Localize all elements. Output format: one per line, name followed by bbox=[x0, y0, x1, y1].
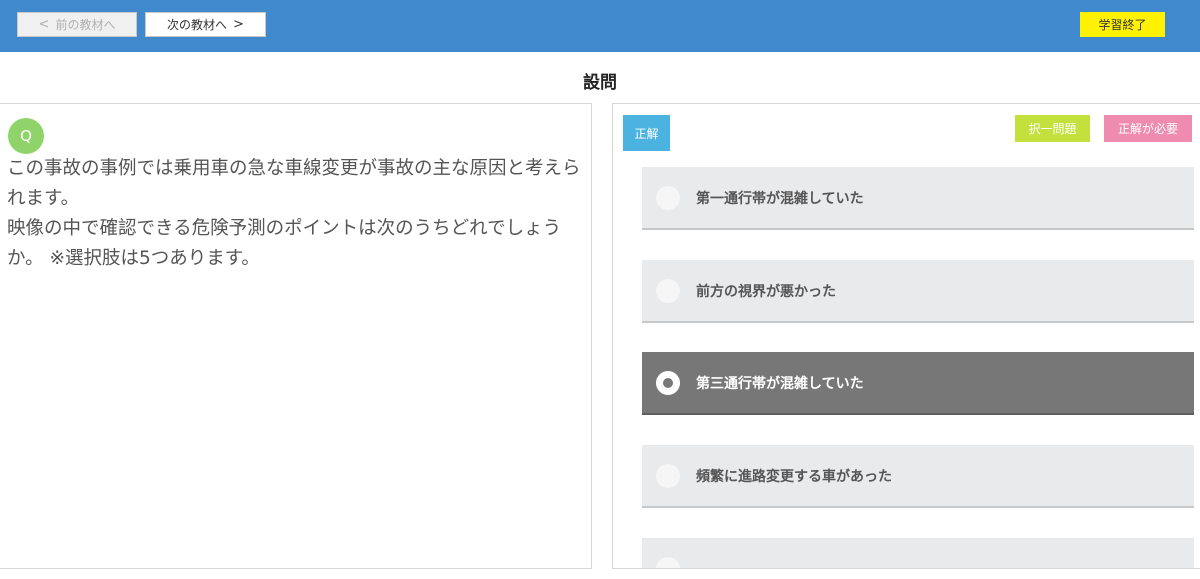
choice-label: 第一通行帯が混雑していた bbox=[696, 190, 864, 207]
prev-material-button[interactable]: < 前の教材へ bbox=[17, 12, 137, 37]
radio-button[interactable] bbox=[656, 463, 680, 488]
choice-label: 頻繁に進路変更する車があった bbox=[696, 468, 892, 485]
choice-option-4[interactable]: 頻繁に進路変更する車があった bbox=[642, 445, 1194, 508]
correct-tag: 正解 bbox=[623, 115, 670, 151]
single-choice-tag: 択一問題 bbox=[1015, 115, 1090, 142]
choice-option-2[interactable]: 前方の視界が悪かった bbox=[642, 260, 1194, 323]
answer-panel: 正解 択一問題 正解が必要 第一通行帯が混雑していた 前方の視界が悪かった 第三… bbox=[612, 103, 1200, 569]
radio-button[interactable] bbox=[656, 556, 680, 568]
radio-button-selected[interactable] bbox=[656, 370, 680, 395]
question-panel: Q この事故の事例では乗用車の急な車線変更が事故の主な原因と考えられます。 映像… bbox=[0, 103, 592, 569]
choice-label: 前方の視界が悪かった bbox=[696, 283, 836, 300]
finish-study-button[interactable]: 学習終了 bbox=[1080, 12, 1165, 37]
choice-label: 第三通行帯が混雑していた bbox=[696, 375, 864, 392]
next-material-label: 次の教材へ bbox=[167, 18, 228, 32]
header-bar: < 前の教材へ 次の教材へ > 学習終了 bbox=[0, 0, 1200, 52]
radio-button[interactable] bbox=[656, 185, 680, 210]
question-text: この事故の事例では乗用車の急な車線変更が事故の主な原因と考えられます。 映像の中… bbox=[7, 158, 581, 269]
next-material-button[interactable]: 次の教材へ > bbox=[145, 12, 266, 37]
radio-button[interactable] bbox=[656, 278, 680, 303]
chevron-left-icon: < bbox=[38, 17, 50, 32]
prev-material-label: 前の教材へ bbox=[55, 18, 116, 32]
choice-option-3[interactable]: 第三通行帯が混雑していた bbox=[642, 352, 1194, 415]
question-badge: Q bbox=[8, 118, 44, 154]
chevron-right-icon: > bbox=[233, 17, 244, 32]
choice-option-5[interactable] bbox=[642, 538, 1194, 568]
answer-required-tag: 正解が必要 bbox=[1104, 115, 1192, 142]
choice-option-1[interactable]: 第一通行帯が混雑していた bbox=[642, 167, 1194, 230]
section-title: 設問 bbox=[583, 73, 617, 93]
